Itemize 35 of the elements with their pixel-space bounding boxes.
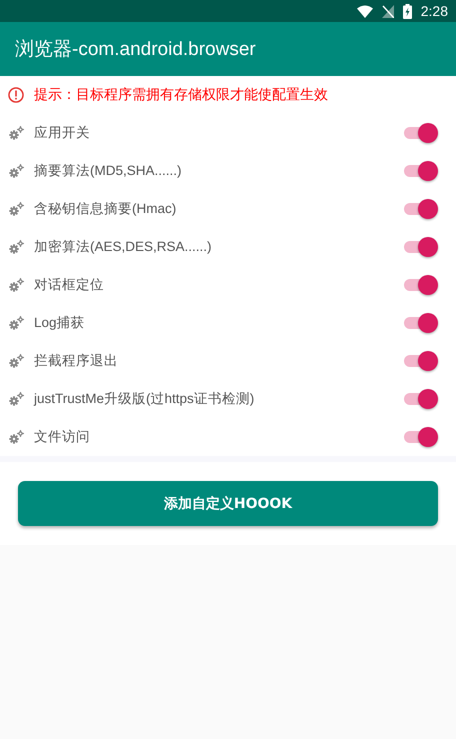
toggle-switch[interactable] xyxy=(402,236,438,258)
setting-label: 拦截程序退出 xyxy=(34,352,119,370)
gears-icon xyxy=(9,202,24,216)
gears-icon xyxy=(9,392,24,406)
add-hook-button[interactable]: 添加自定义HOOOK xyxy=(18,481,438,526)
setting-label: justTrustMe升级版(过https证书检测) xyxy=(34,390,256,408)
toggle-switch[interactable] xyxy=(402,426,438,448)
setting-label: 文件访问 xyxy=(34,428,91,446)
setting-label: 含秘钥信息摘要(Hmac) xyxy=(34,200,178,218)
gears-icon xyxy=(9,164,24,178)
gears-icon xyxy=(9,316,24,330)
wifi-icon xyxy=(356,4,373,18)
warning-icon xyxy=(8,87,24,103)
toggle-switch[interactable] xyxy=(402,312,438,334)
setting-label: 应用开关 xyxy=(34,124,91,142)
gears-icon xyxy=(9,430,24,444)
notice-text: 提示：目标程序需拥有存储权限才能使配置生效 xyxy=(34,86,328,104)
toggle-switch[interactable] xyxy=(402,122,438,144)
setting-label: 对话框定位 xyxy=(34,276,105,294)
gears-icon xyxy=(9,240,24,254)
app-title: 浏览器-com.android.browser xyxy=(15,38,256,62)
gears-icon xyxy=(9,126,24,140)
gears-icon xyxy=(9,354,24,368)
setting-label: Log捕获 xyxy=(34,314,86,332)
gears-icon xyxy=(9,278,24,292)
battery-charging-icon xyxy=(402,4,412,18)
no-signal-icon xyxy=(382,4,394,18)
setting-label: 摘要算法(MD5,SHA......) xyxy=(34,162,183,180)
toggle-switch[interactable] xyxy=(402,160,438,182)
toggle-switch[interactable] xyxy=(402,350,438,372)
toggle-switch[interactable] xyxy=(402,388,438,410)
setting-label: 加密算法(AES,DES,RSA......) xyxy=(34,238,213,256)
toggle-switch[interactable] xyxy=(402,274,438,296)
toggle-switch[interactable] xyxy=(402,198,438,220)
status-time: 2:28 xyxy=(420,3,448,19)
